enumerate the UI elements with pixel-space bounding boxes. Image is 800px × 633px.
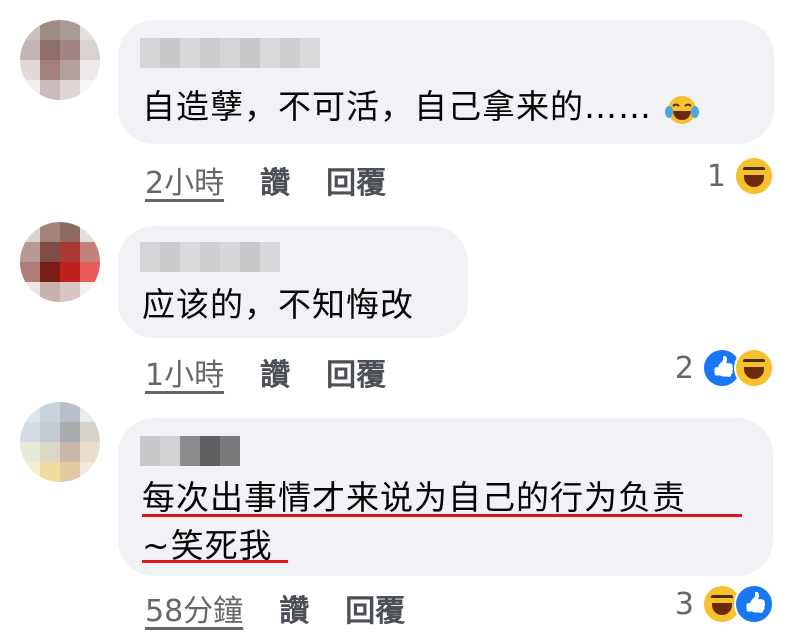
comment-meta: 1小時 讚 回覆 [145, 350, 422, 394]
comment-bubble: 自造孽，不可活，自己拿来的…… [118, 20, 774, 144]
like-icon [734, 584, 774, 624]
reaction-count: 1 [706, 158, 726, 194]
reaction-count: 2 [674, 350, 694, 386]
reaction-summary[interactable]: 1 [707, 156, 774, 196]
like-button[interactable]: 讚 [260, 350, 290, 394]
comment-bubble: 应该的，不知悔改 [118, 226, 468, 338]
author-name-blurred[interactable] [140, 38, 320, 68]
comment-bubble: 每次出事情才来说为自己的行为负责 ~笑死我 [118, 418, 773, 576]
author-name-blurred[interactable] [140, 242, 280, 272]
reply-button[interactable]: 回覆 [326, 350, 386, 394]
red-underline-annotation [142, 514, 742, 517]
avatar[interactable] [20, 20, 100, 100]
haha-icon [734, 348, 774, 388]
avatar[interactable] [20, 222, 100, 302]
avatar[interactable] [20, 402, 100, 482]
reply-button[interactable]: 回覆 [326, 158, 386, 202]
haha-icon [734, 156, 774, 196]
reaction-count: 3 [674, 586, 694, 622]
reaction-summary[interactable]: 2 [675, 348, 774, 388]
comment-meta: 2小時 讚 回覆 [145, 158, 422, 202]
red-underline-annotation [142, 560, 288, 563]
tears-of-joy-icon [664, 95, 699, 124]
like-button[interactable]: 讚 [279, 586, 309, 630]
author-name-blurred[interactable] [140, 436, 240, 466]
comment-timestamp[interactable]: 2小時 [145, 158, 224, 202]
like-button[interactable]: 讚 [260, 158, 290, 202]
comment-text: 每次出事情才来说为自己的行为负责 ~笑死我 [142, 474, 686, 570]
comment-timestamp[interactable]: 1小時 [145, 350, 224, 394]
comment-meta: 58分鐘 讚 回覆 [145, 586, 441, 630]
comment-timestamp[interactable]: 58分鐘 [145, 586, 243, 630]
comment-text: 自造孽，不可活，自己拿来的…… [142, 84, 700, 130]
comment-text: 应该的，不知悔改 [142, 285, 414, 324]
reaction-summary[interactable]: 3 [675, 584, 774, 624]
reply-button[interactable]: 回覆 [345, 586, 405, 630]
